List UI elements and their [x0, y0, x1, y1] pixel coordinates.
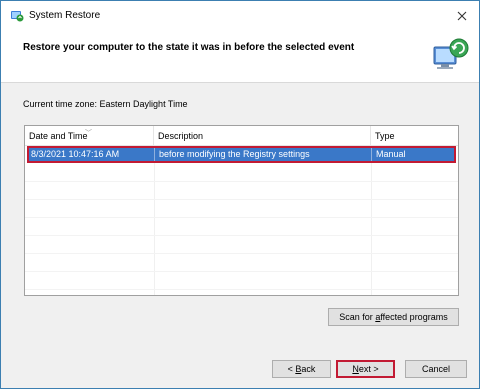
grid-row-line: [25, 217, 458, 218]
wizard-header: Restore your computer to the state it wa…: [1, 31, 479, 83]
column-date-time[interactable]: Date and Time ﹀: [25, 126, 154, 146]
title-bar[interactable]: System Restore: [1, 1, 479, 31]
button-label-part: ack: [301, 364, 316, 374]
timezone-label: Current time zone: Eastern Daylight Time: [23, 99, 188, 109]
grid-row-line: [25, 235, 458, 236]
column-description[interactable]: Description: [154, 126, 371, 146]
column-description-label: Description: [158, 131, 204, 141]
system-restore-icon: [11, 11, 24, 22]
column-type-label: Type: [375, 131, 395, 141]
next-button[interactable]: Next >: [336, 360, 395, 378]
row-date-time: 8/3/2021 10:47:16 AM: [31, 149, 120, 159]
button-label-part: ffected programs: [380, 312, 448, 322]
cancel-button[interactable]: Cancel: [405, 360, 467, 378]
restore-points-list[interactable]: Date and Time ﹀ Description Type 8/3/202…: [24, 125, 459, 296]
close-button[interactable]: [453, 7, 471, 25]
button-label-part: Scan for: [339, 312, 376, 322]
cell-divider: [154, 148, 155, 161]
grid-row-line: [25, 289, 458, 290]
scan-affected-programs-button[interactable]: Scan for affected programs: [328, 308, 459, 326]
system-restore-monitor-icon: [433, 38, 469, 69]
back-button[interactable]: < Back: [272, 360, 331, 378]
grid-row-line: [25, 181, 458, 182]
grid-divider: [154, 146, 155, 295]
button-label-part: ext >: [358, 364, 379, 374]
list-header: Date and Time ﹀ Description Type: [25, 126, 458, 146]
row-type: Manual: [376, 149, 406, 159]
column-type[interactable]: Type: [371, 126, 458, 146]
grid-row-line: [25, 199, 458, 200]
grid-row-line: [25, 271, 458, 272]
system-restore-window: System Restore Restore your computer to …: [0, 0, 480, 389]
table-row[interactable]: 8/3/2021 10:47:16 AM before modifying th…: [27, 146, 456, 163]
column-date-time-label: Date and Time: [29, 131, 88, 141]
close-icon: [457, 11, 467, 21]
header-heading: Restore your computer to the state it wa…: [23, 42, 355, 53]
cell-divider: [371, 148, 372, 161]
row-description: before modifying the Registry settings: [159, 149, 310, 159]
window-title: System Restore: [29, 10, 101, 21]
grid-row-line: [25, 253, 458, 254]
grid-divider: [371, 146, 372, 295]
sort-chevron-icon: ﹀: [85, 130, 92, 137]
